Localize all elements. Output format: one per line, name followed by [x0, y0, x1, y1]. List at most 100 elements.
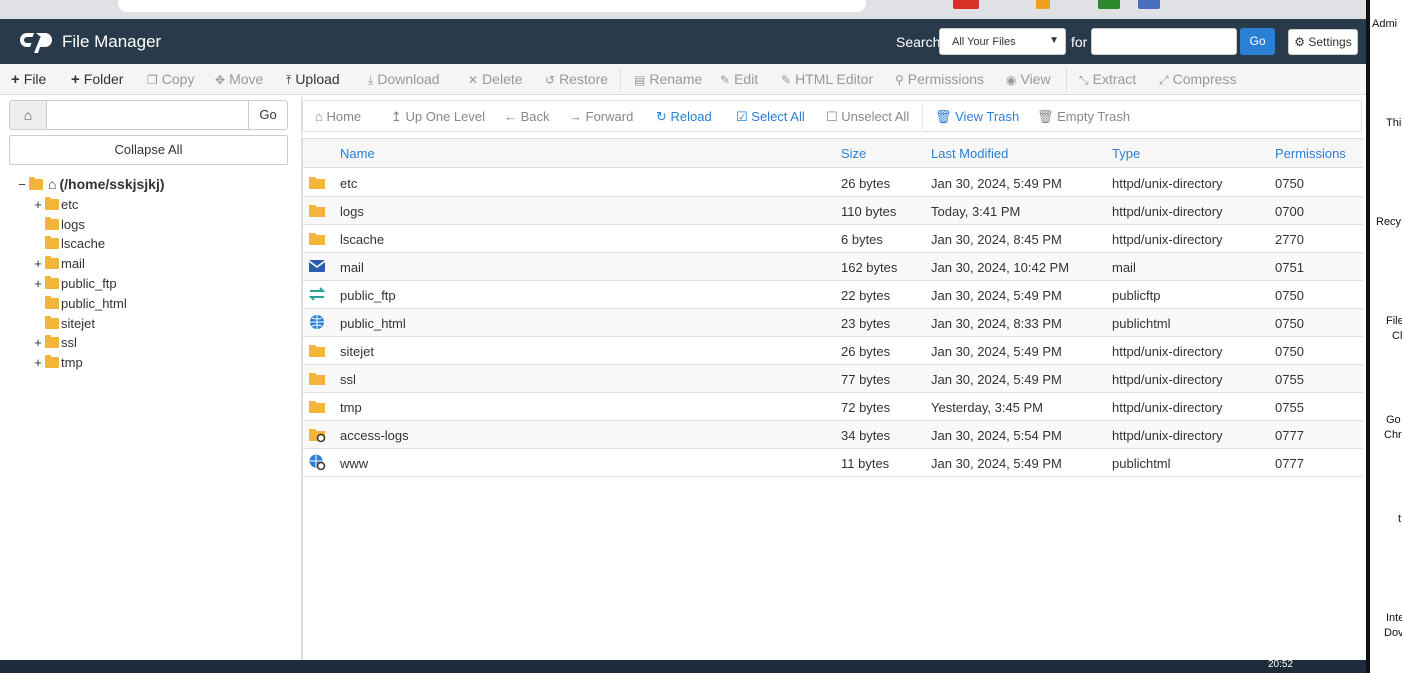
- tree-item-etc[interactable]: + etc: [33, 195, 78, 213]
- desktop-label[interactable]: Inte: [1386, 612, 1402, 624]
- address-bar[interactable]: [118, 0, 866, 12]
- cell-name[interactable]: ssl: [340, 372, 356, 387]
- rename-button[interactable]: ▤ Rename: [634, 71, 702, 87]
- tree-item-lscache[interactable]: lscache: [45, 234, 105, 252]
- cell-name[interactable]: sitejet: [340, 344, 374, 359]
- extension-badge[interactable]: [1138, 0, 1160, 9]
- desktop-label[interactable]: Recy: [1376, 216, 1401, 228]
- upload-button[interactable]: ⤒ Upload: [286, 71, 340, 88]
- delete-button[interactable]: ✕ Delete: [468, 71, 523, 87]
- cell-type: httpd/unix-directory: [1112, 428, 1223, 443]
- cell-type: httpd/unix-directory: [1112, 232, 1223, 247]
- cell-name[interactable]: tmp: [340, 400, 362, 415]
- table-row[interactable]: lscache 6 bytes Jan 30, 2024, 8:45 PM httpd…: [303, 225, 1363, 253]
- tree-root[interactable]: − ⌂ (/home/sskjsjkj): [17, 175, 164, 193]
- html-editor-button[interactable]: ✎ HTML Editor: [781, 71, 873, 87]
- cell-name[interactable]: public_ftp: [340, 288, 396, 303]
- table-row[interactable]: access-logs 34 bytes Jan 30, 2024, 5:54 PM…: [303, 421, 1363, 449]
- cell-name[interactable]: lscache: [340, 232, 384, 247]
- table-row[interactable]: www 11 bytes Jan 30, 2024, 5:49 PM publicht…: [303, 449, 1363, 477]
- nav-forward-button[interactable]: → Forward: [569, 109, 633, 124]
- home-path-button[interactable]: ⌂: [9, 100, 47, 130]
- extension-badge[interactable]: [1098, 0, 1120, 9]
- column-header-size[interactable]: Size: [841, 146, 866, 161]
- edit-button[interactable]: ✎ Edit: [720, 71, 758, 87]
- permissions-button[interactable]: ⚲ Permissions: [895, 71, 984, 87]
- table-row[interactable]: public_html 23 bytes Jan 30, 2024, 8:33 PM…: [303, 309, 1363, 337]
- desktop-label[interactable]: Go: [1386, 414, 1401, 426]
- checkbox-empty-icon: ☐: [826, 109, 842, 124]
- nav-back-button[interactable]: ← Back: [504, 109, 550, 124]
- cell-size: 22 bytes: [841, 288, 891, 303]
- extension-badge[interactable]: [953, 0, 979, 9]
- tree-item-public-html[interactable]: public_html: [45, 294, 127, 312]
- search-go-button[interactable]: Go: [1240, 28, 1275, 55]
- desktop-label[interactable]: Cl: [1392, 330, 1402, 342]
- expand-toggle-icon[interactable]: +: [33, 197, 43, 212]
- table-row[interactable]: tmp 72 bytes Yesterday, 3:45 PM httpd/unix-…: [303, 393, 1363, 421]
- table-row[interactable]: mail 162 bytes Jan 30, 2024, 10:42 PM mail 0…: [303, 253, 1363, 281]
- expand-toggle-icon[interactable]: +: [33, 335, 43, 350]
- desktop-label[interactable]: Dov: [1384, 627, 1402, 639]
- desktop-label[interactable]: Admi: [1372, 18, 1397, 30]
- tree-item-mail[interactable]: + mail: [33, 254, 85, 272]
- table-row[interactable]: etc 26 bytes Jan 30, 2024, 5:49 PM httpd/un…: [303, 169, 1363, 197]
- cell-name[interactable]: logs: [340, 204, 364, 219]
- path-go-button[interactable]: Go: [248, 100, 288, 130]
- compress-button[interactable]: ⤢ Compress: [1159, 71, 1236, 88]
- view-trash-button[interactable]: 🗑 View Trash: [935, 109, 1019, 125]
- tree-item-tmp[interactable]: + tmp: [33, 353, 83, 371]
- download-button[interactable]: ⤓ Download: [368, 71, 440, 88]
- cell-name[interactable]: access-logs: [340, 428, 409, 443]
- cell-name[interactable]: public_html: [340, 316, 406, 331]
- path-input[interactable]: [46, 100, 249, 130]
- new-folder-button[interactable]: + Folder: [71, 71, 123, 88]
- extension-badge[interactable]: [1036, 0, 1050, 9]
- extract-button[interactable]: ⤡ Extract: [1079, 71, 1136, 88]
- table-row[interactable]: public_ftp 22 bytes Jan 30, 2024, 5:49 PM p…: [303, 281, 1363, 309]
- column-header-name[interactable]: Name: [340, 146, 375, 161]
- folder-open-icon: [29, 176, 43, 190]
- nav-up-button[interactable]: ↥ Up One Level: [391, 109, 485, 125]
- collapse-all-button[interactable]: Collapse All: [9, 135, 288, 165]
- nav-divider: [922, 104, 923, 129]
- desktop-label[interactable]: t: [1398, 513, 1401, 525]
- expand-toggle-icon[interactable]: +: [33, 355, 43, 370]
- settings-button[interactable]: ⚙ Settings: [1288, 29, 1358, 55]
- cell-name[interactable]: www: [340, 456, 368, 471]
- cell-name[interactable]: etc: [340, 176, 357, 191]
- nav-home-button[interactable]: ⌂ Home: [315, 109, 361, 124]
- column-header-type[interactable]: Type: [1112, 146, 1140, 161]
- expand-toggle-icon[interactable]: +: [33, 276, 43, 291]
- directory-sidebar: ⌂ Go Collapse All − ⌂ (/home/sskjsjkj) +…: [0, 96, 302, 660]
- empty-trash-button[interactable]: 🗑 Empty Trash: [1037, 109, 1130, 125]
- tree-item-sitejet[interactable]: sitejet: [45, 314, 95, 332]
- cpanel-logo[interactable]: File Manager: [18, 28, 161, 56]
- tree-item-public-ftp[interactable]: + public_ftp: [33, 274, 117, 292]
- collapse-toggle-icon[interactable]: −: [17, 177, 27, 192]
- desktop-label[interactable]: File: [1386, 315, 1402, 327]
- view-button[interactable]: ◉ View: [1006, 71, 1051, 87]
- tree-item-logs[interactable]: logs: [45, 215, 85, 233]
- tree-item-ssl[interactable]: + ssl: [33, 333, 77, 351]
- search-scope-select[interactable]: All Your Files ▼: [939, 28, 1066, 55]
- column-header-last-modified[interactable]: Last Modified: [931, 146, 1008, 161]
- restore-button[interactable]: ↺ Restore: [545, 71, 608, 87]
- table-row[interactable]: logs 110 bytes Today, 3:41 PM httpd/unix-di…: [303, 197, 1363, 225]
- move-icon: ✥: [215, 73, 226, 87]
- desktop-label[interactable]: Thi: [1386, 117, 1401, 129]
- nav-select-all-button[interactable]: ☑ Select All: [736, 109, 805, 125]
- nav-unselect-all-button[interactable]: ☐ Unselect All: [826, 109, 909, 125]
- cell-size: 6 bytes: [841, 232, 883, 247]
- nav-reload-button[interactable]: ↻ Reload: [656, 109, 712, 125]
- desktop-label[interactable]: Chr: [1384, 429, 1402, 441]
- cell-name[interactable]: mail: [340, 260, 364, 275]
- move-button[interactable]: ✥ Move: [215, 71, 263, 87]
- column-header-permissions[interactable]: Permissions: [1275, 146, 1346, 161]
- expand-toggle-icon[interactable]: +: [33, 256, 43, 271]
- copy-button[interactable]: ❐ Copy: [147, 71, 194, 87]
- search-input[interactable]: [1091, 28, 1237, 55]
- table-row[interactable]: ssl 77 bytes Jan 30, 2024, 5:49 PM httpd/un…: [303, 365, 1363, 393]
- new-file-button[interactable]: + File: [11, 71, 46, 88]
- table-row[interactable]: sitejet 26 bytes Jan 30, 2024, 5:49 PM http…: [303, 337, 1363, 365]
